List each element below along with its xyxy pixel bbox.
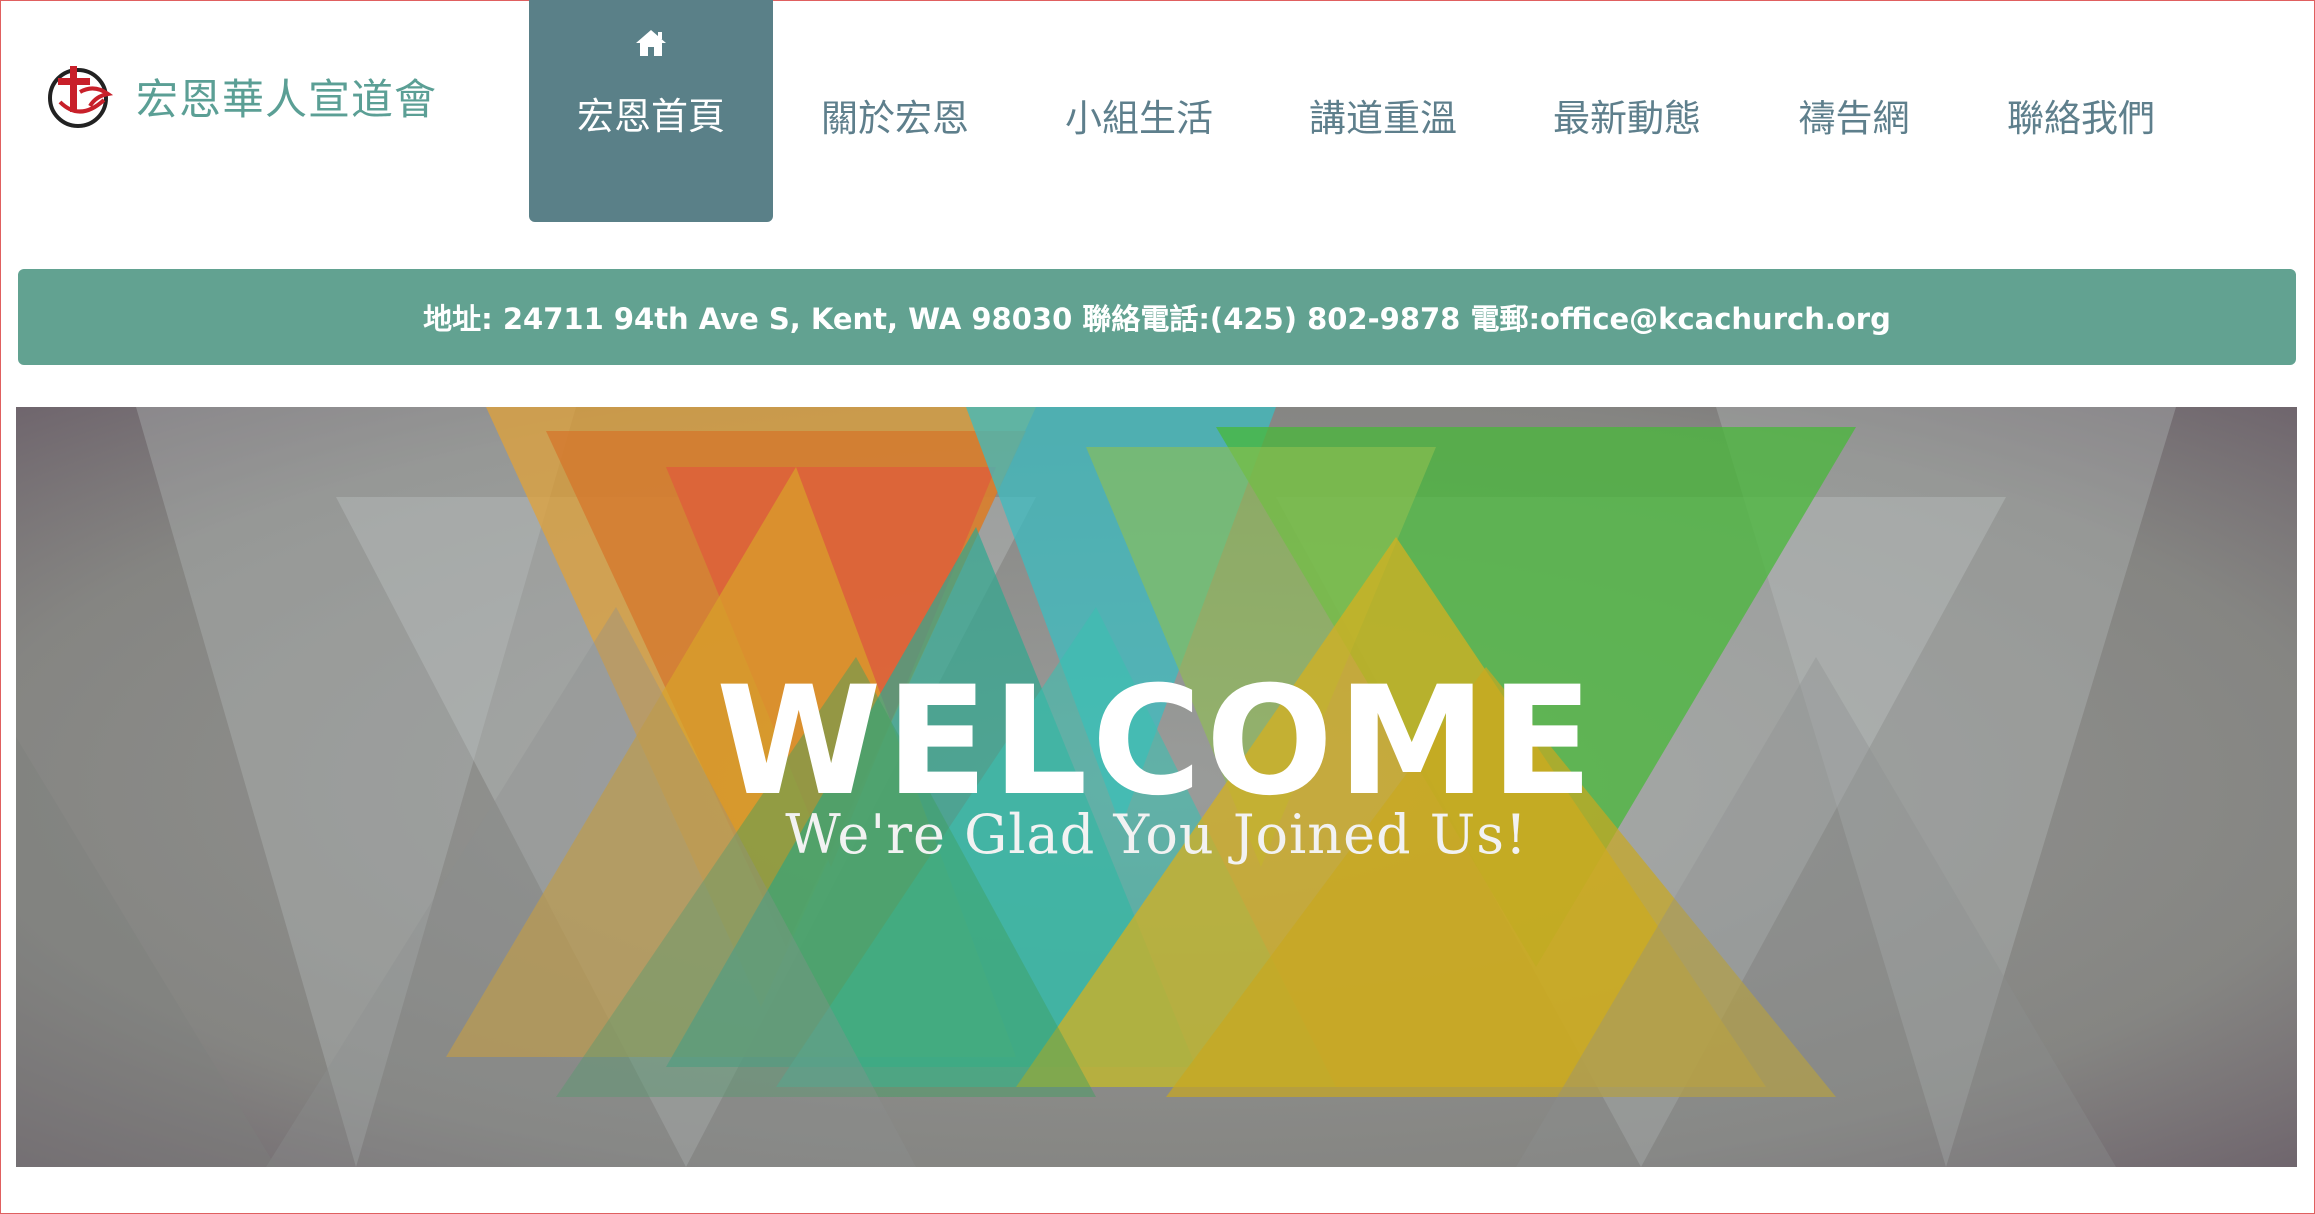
site-name[interactable]: 宏恩華人宣道會 — [136, 74, 437, 126]
nav-item-label: 關於宏恩 — [821, 97, 969, 140]
nav-item-label: 最新動態 — [1553, 97, 1701, 140]
welcome-banner: WELCOME We're Glad You Joined Us! — [16, 407, 2297, 1167]
nav-item-label: 禱告網 — [1798, 97, 1910, 140]
main-nav: 宏恩首頁 關於宏恩 小組生活 講道重溫 最新動態 禱告網 聯絡我們 — [529, 0, 2203, 222]
nav-item-contact[interactable]: 聯絡我們 — [1959, 0, 2203, 222]
nav-item-label: 宏恩首頁 — [577, 95, 725, 138]
nav-item-home[interactable]: 宏恩首頁 — [529, 0, 773, 222]
banner-subtitle: We're Glad You Joined Us! — [785, 803, 1528, 866]
contact-info-text: 地址: 24711 94th Ave S, Kent, WA 98030 聯絡電… — [423, 302, 1891, 336]
home-icon — [636, 30, 666, 56]
nav-item-label: 講道重溫 — [1309, 97, 1457, 140]
church-logo-icon[interactable] — [46, 62, 116, 132]
nav-item-about[interactable]: 關於宏恩 — [773, 0, 1017, 222]
contact-info-bar: 地址: 24711 94th Ave S, Kent, WA 98030 聯絡電… — [18, 269, 2296, 365]
nav-item-label: 小組生活 — [1065, 97, 1213, 140]
nav-item-label: 聯絡我們 — [2007, 97, 2155, 140]
nav-item-prayer[interactable]: 禱告網 — [1749, 0, 1959, 222]
nav-item-sermons[interactable]: 講道重溫 — [1261, 0, 1505, 222]
nav-item-small-groups[interactable]: 小組生活 — [1017, 0, 1261, 222]
nav-item-news[interactable]: 最新動態 — [1505, 0, 1749, 222]
